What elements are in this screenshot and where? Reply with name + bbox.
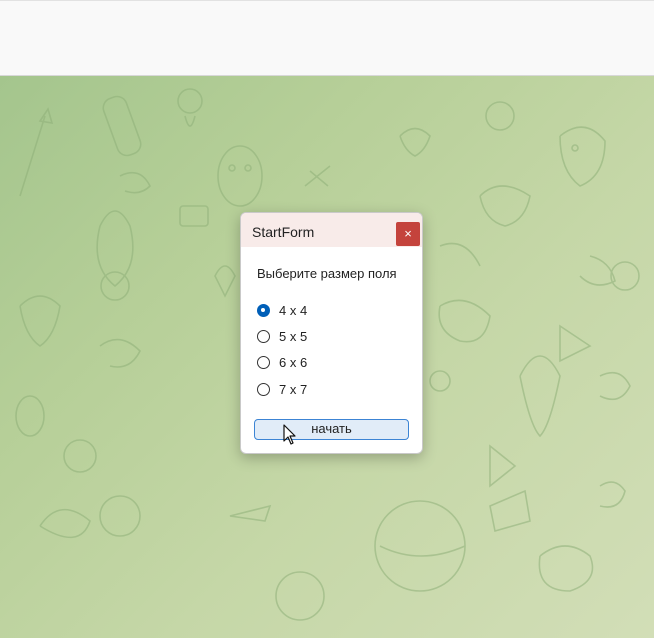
mouse-cursor-icon	[283, 424, 296, 445]
radio-button[interactable]	[257, 355, 270, 369]
radio-button[interactable]	[257, 329, 270, 343]
radio-option-4x4[interactable]: 4 x 4	[257, 300, 307, 320]
size-prompt-label: Выберите размер поля	[257, 266, 397, 281]
radio-button[interactable]	[257, 382, 270, 396]
start-form-window: StartForm × Выберите размер поля 4 x 4 5…	[240, 212, 423, 454]
close-icon: ×	[404, 226, 412, 241]
title-bar[interactable]: StartForm ×	[241, 213, 422, 247]
close-button[interactable]: ×	[396, 222, 420, 246]
radio-option-7x7[interactable]: 7 x 7	[257, 379, 307, 399]
radio-option-6x6[interactable]: 6 x 6	[257, 352, 307, 372]
radio-button[interactable]	[257, 303, 270, 317]
radio-label: 4 x 4	[279, 302, 308, 318]
window-title: StartForm	[252, 224, 315, 240]
radio-label: 7 x 7	[279, 381, 308, 397]
radio-label: 5 x 5	[279, 328, 308, 344]
radio-option-5x5[interactable]: 5 x 5	[257, 326, 307, 346]
top-panel	[0, 0, 654, 76]
start-button-label: начать	[311, 421, 352, 436]
radio-label: 6 x 6	[279, 354, 308, 370]
start-button[interactable]: начать	[254, 419, 409, 440]
